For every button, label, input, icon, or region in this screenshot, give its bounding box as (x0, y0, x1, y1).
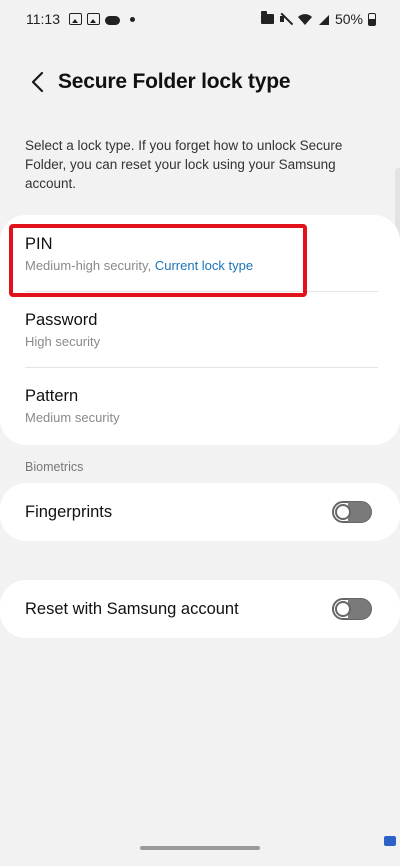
page-title: Secure Folder lock type (58, 70, 291, 93)
reset-label: Reset with Samsung account (25, 599, 239, 618)
fingerprints-card: Fingerprints (0, 483, 400, 541)
lock-type-title: PIN (25, 234, 53, 253)
cloud-icon (105, 15, 120, 25)
lock-type-subtitle: Medium-high security, Current lock type (25, 257, 375, 274)
reset-toggle[interactable] (332, 598, 372, 620)
secure-folder-icon (260, 11, 274, 24)
battery-icon (368, 12, 376, 26)
fingerprints-row[interactable]: Fingerprints (0, 483, 400, 541)
toggle-knob (335, 601, 351, 617)
signal-icon (318, 14, 329, 25)
status-time: 11:13 (26, 11, 60, 27)
chevron-left-icon (31, 71, 44, 93)
gallery-icon (69, 13, 82, 25)
reset-card: Reset with Samsung account (0, 580, 400, 638)
lock-type-list: PIN Medium-high security, Current lock t… (0, 215, 400, 445)
reset-row[interactable]: Reset with Samsung account (0, 580, 400, 638)
wifi-icon (297, 13, 312, 25)
mute-icon (279, 13, 292, 25)
gallery-icon (87, 13, 100, 25)
lock-type-password[interactable]: Password High security (0, 291, 400, 367)
status-right: 50% (260, 11, 376, 27)
status-left: 11:13 (26, 11, 135, 27)
lock-type-pattern[interactable]: Pattern Medium security (0, 367, 400, 443)
back-button[interactable] (14, 62, 62, 102)
lock-type-title: Password (25, 310, 98, 329)
fingerprints-toggle[interactable] (332, 501, 372, 523)
status-bar: 11:13 50% (0, 0, 400, 38)
navigation-handle[interactable] (140, 846, 260, 850)
fingerprints-label: Fingerprints (25, 502, 113, 521)
lock-type-title: Pattern (25, 386, 79, 405)
header: Secure Folder lock type (0, 62, 400, 102)
lock-type-subtitle: Medium security (25, 409, 120, 425)
lock-type-security: Medium-high security, (25, 257, 152, 273)
battery-percent: 50% (334, 11, 363, 27)
lock-type-subtitle: High security (25, 333, 101, 349)
floating-app-icon[interactable] (384, 836, 396, 846)
current-lock-type-badge: Current lock type (154, 257, 254, 273)
lock-type-pin[interactable]: PIN Medium-high security, Current lock t… (0, 215, 400, 291)
description-text: Select a lock type. If you forget how to… (25, 138, 343, 191)
toggle-knob (335, 504, 351, 520)
notification-dot-icon (130, 16, 135, 22)
section-label-biometrics: Biometrics (25, 460, 84, 474)
